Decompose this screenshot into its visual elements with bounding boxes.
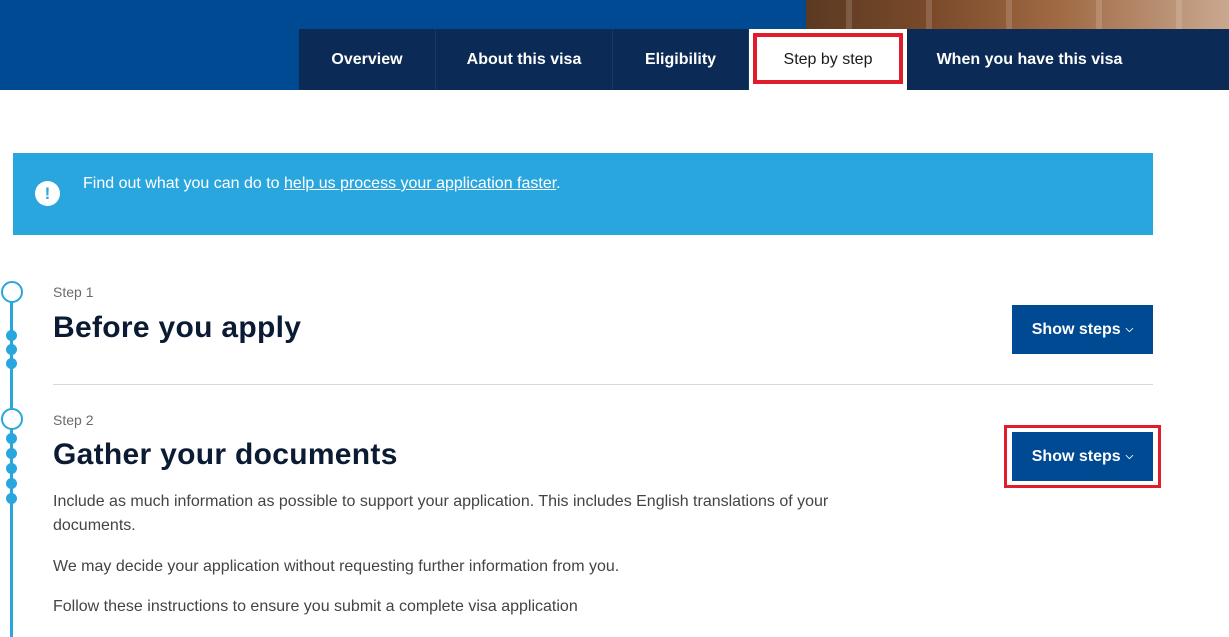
timeline-dot — [6, 358, 17, 369]
banner-image — [806, 0, 1229, 30]
timeline-dot — [6, 330, 17, 341]
step-divider — [53, 384, 1153, 385]
tab-about-this-visa[interactable]: About this visa — [436, 29, 613, 90]
alert-text-before: Find out what you can do to — [83, 175, 285, 192]
exclamation-icon: ! — [35, 181, 60, 206]
tab-step-by-step-label: Step by step — [783, 50, 873, 68]
step-1-show-steps-label: Show steps — [1031, 320, 1121, 338]
timeline-dot — [6, 493, 17, 504]
step-2-show-steps-label: Show steps — [1031, 447, 1121, 465]
timeline-dot — [6, 463, 17, 474]
timeline-dot — [6, 448, 17, 459]
chevron-down-icon: ⌵ — [1125, 324, 1134, 335]
step-2-circle — [1, 408, 23, 430]
timeline-dot — [6, 478, 17, 489]
step-1-circle — [1, 281, 23, 303]
step-2-show-steps-button[interactable]: Show steps ⌵ — [1012, 432, 1153, 481]
timeline-dot — [6, 344, 17, 355]
alert-text-after: . — [556, 175, 561, 192]
step-1-show-steps-button[interactable]: Show steps ⌵ — [1012, 305, 1153, 354]
tab-when-you-have-this-visa[interactable]: When you have this visa — [907, 29, 1152, 90]
tab-overview[interactable]: Overview — [299, 29, 436, 90]
step-2-paragraph: Include as much information as possible … — [53, 493, 829, 534]
process-faster-link[interactable]: help us process your application faster — [284, 175, 556, 192]
step-1-title: Before you apply — [53, 311, 302, 344]
chevron-down-icon: ⌵ — [1125, 451, 1134, 462]
step-2-label: Step 2 — [53, 412, 94, 428]
step-2-title: Gather your documents — [53, 438, 398, 471]
step-1-label: Step 1 — [53, 284, 94, 300]
step-2-paragraph: We may decide your application without r… — [53, 558, 620, 575]
visa-tabs: Overview About this visa Eligibility Ste… — [299, 29, 1229, 90]
info-alert: ! Find out what you can do to help us pr… — [13, 153, 1153, 235]
alert-text: Find out what you can do to help us proc… — [83, 174, 561, 194]
timeline-dot — [6, 433, 17, 444]
tab-eligibility[interactable]: Eligibility — [613, 29, 749, 90]
tab-step-by-step[interactable]: Step by step — [749, 29, 907, 90]
step-2-paragraph: Follow these instructions to ensure you … — [53, 598, 578, 615]
